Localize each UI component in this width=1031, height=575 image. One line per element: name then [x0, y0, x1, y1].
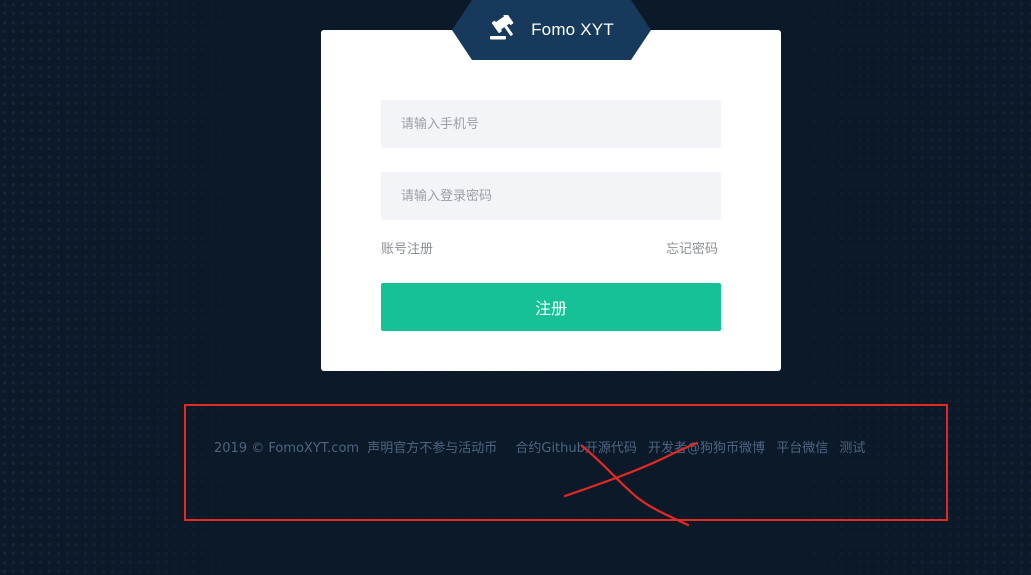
annotation-cross-mark — [563, 441, 699, 527]
